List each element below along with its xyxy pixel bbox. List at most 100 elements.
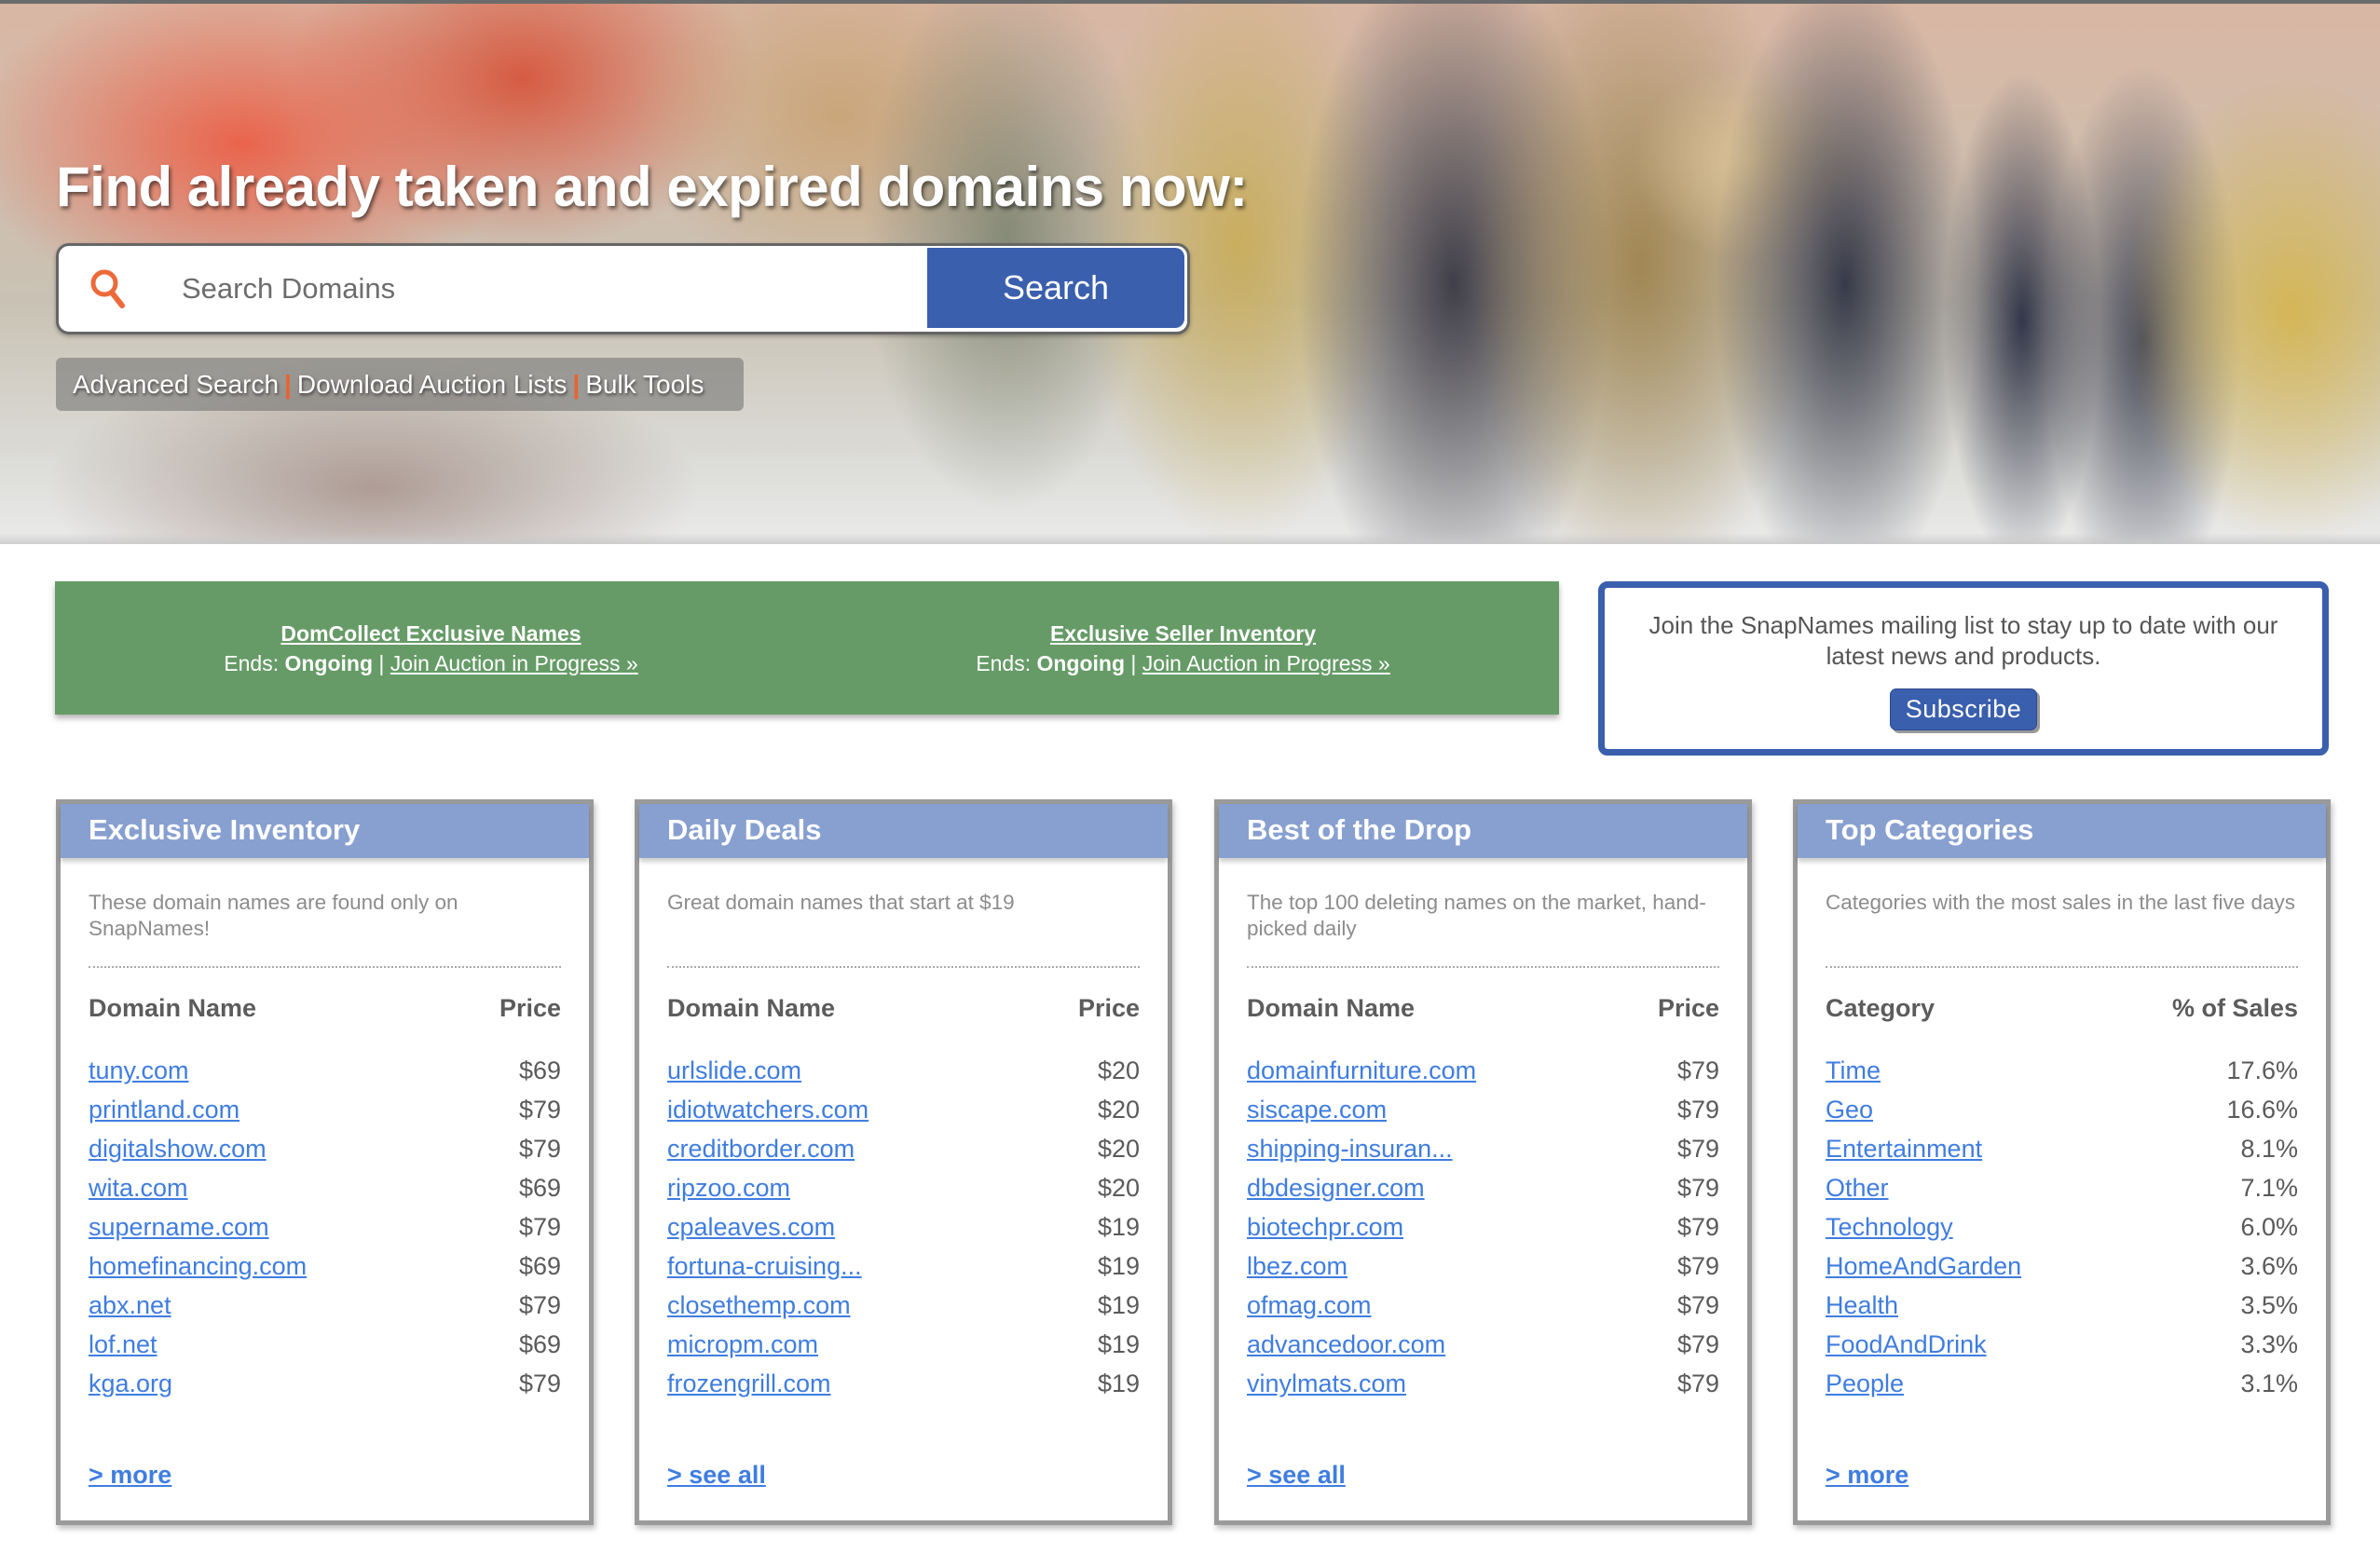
auction-banner: DomCollect Exclusive Names Ends: Ongoing… — [55, 581, 1559, 715]
row-value: $79 — [518, 1369, 561, 1397]
table-header: Domain Name Price — [1247, 994, 1719, 1023]
more-link[interactable]: > see all — [667, 1461, 766, 1490]
row-link[interactable]: Health — [1826, 1286, 1898, 1325]
row-link[interactable]: supername.com — [89, 1207, 269, 1247]
row-value: $79 — [518, 1135, 561, 1163]
row-value: $79 — [518, 1213, 561, 1241]
row-value: $79 — [1676, 1252, 1719, 1280]
row-link[interactable]: abx.net — [89, 1286, 171, 1325]
row-value: $69 — [518, 1056, 561, 1084]
row-link[interactable]: homefinancing.com — [89, 1247, 307, 1286]
row-link[interactable]: ofmag.com — [1247, 1286, 1372, 1325]
search-icon — [87, 266, 133, 313]
row-link[interactable]: FoodAndDrink — [1826, 1325, 1987, 1364]
download-auction-lists-link[interactable]: Download Auction Lists — [297, 370, 568, 400]
row-link[interactable]: shipping-insuran... — [1247, 1129, 1453, 1168]
subscribe-button[interactable]: Subscribe — [1889, 688, 2038, 730]
auction-separator: | — [1130, 650, 1137, 675]
row-value: $79 — [1676, 1213, 1719, 1241]
table-row: Health 3.5% — [1826, 1286, 2298, 1325]
table-row: Geo 16.6% — [1826, 1090, 2298, 1129]
row-link[interactable]: Other — [1826, 1168, 1889, 1207]
join-auction-link[interactable]: Join Auction in Progress » — [1142, 651, 1390, 675]
auction-ends-label: Ends: — [976, 650, 1032, 675]
link-separator: | — [572, 369, 581, 399]
row-value: $19 — [1097, 1252, 1140, 1280]
table-row: lof.net $69 — [89, 1325, 561, 1364]
card-title: Daily Deals — [639, 804, 1168, 858]
row-value: $69 — [518, 1252, 561, 1280]
table-row: Time 17.6% — [1826, 1051, 2298, 1090]
row-link[interactable]: biotechpr.com — [1247, 1207, 1403, 1247]
row-link[interactable]: micropm.com — [667, 1325, 818, 1364]
row-value: $79 — [1676, 1291, 1719, 1319]
more-link[interactable]: > see all — [1247, 1461, 1346, 1490]
row-link[interactable]: urlslide.com — [667, 1051, 801, 1090]
row-link[interactable]: siscape.com — [1247, 1090, 1387, 1129]
card-title: Best of the Drop — [1219, 804, 1747, 858]
bulk-tools-link[interactable]: Bulk Tools — [585, 370, 704, 400]
advanced-search-link[interactable]: Advanced Search — [73, 370, 279, 400]
row-link[interactable]: People — [1826, 1364, 1904, 1403]
row-link[interactable]: tuny.com — [89, 1051, 189, 1090]
join-auction-link[interactable]: Join Auction in Progress » — [390, 651, 638, 675]
row-value: 17.6% — [2226, 1056, 2298, 1084]
row-value: 3.1% — [2240, 1369, 2298, 1397]
row-value: $20 — [1097, 1096, 1140, 1124]
row-value: 3.5% — [2240, 1291, 2298, 1319]
row-link[interactable]: digitalshow.com — [89, 1129, 267, 1168]
row-link[interactable]: Technology — [1826, 1207, 1953, 1247]
table-body: Time 17.6% Geo 16.6% Entertainment 8.1% … — [1826, 1051, 2298, 1403]
row-link[interactable]: domainfurniture.com — [1247, 1051, 1476, 1090]
table-row: abx.net $79 — [89, 1286, 561, 1325]
divider — [1826, 966, 2298, 968]
table-row: digitalshow.com $79 — [89, 1129, 561, 1168]
table-row: fortuna-cruising... $19 — [667, 1247, 1140, 1286]
table-row: vinylmats.com $79 — [1247, 1364, 1719, 1403]
column-header-name: Domain Name — [89, 994, 257, 1022]
row-link[interactable]: Geo — [1826, 1090, 1873, 1129]
row-link[interactable]: cpaleaves.com — [667, 1207, 835, 1247]
row-link[interactable]: ripzoo.com — [667, 1168, 790, 1207]
search-button[interactable]: Search — [927, 248, 1184, 328]
more-link[interactable]: > more — [89, 1461, 171, 1490]
table-row: Entertainment 8.1% — [1826, 1129, 2298, 1168]
row-link[interactable]: kga.org — [89, 1364, 172, 1403]
row-link[interactable]: fortuna-cruising... — [667, 1247, 862, 1286]
auction-ends-label: Ends: — [224, 650, 280, 675]
column-header-name: Domain Name — [667, 994, 836, 1022]
row-link[interactable]: Entertainment — [1826, 1129, 1982, 1168]
row-link[interactable]: vinylmats.com — [1247, 1364, 1406, 1403]
card-best-of-the-drop: Best of the Drop The top 100 deleting nam… — [1214, 799, 1752, 1525]
row-value: $69 — [518, 1174, 561, 1202]
link-separator: | — [284, 369, 292, 399]
row-link[interactable]: creditborder.com — [667, 1129, 855, 1168]
auction-name-link[interactable]: Exclusive Seller Inventory — [1050, 621, 1316, 646]
row-link[interactable]: lof.net — [89, 1325, 157, 1364]
row-value: $79 — [518, 1291, 561, 1319]
table-row: biotechpr.com $79 — [1247, 1207, 1719, 1247]
row-link[interactable]: HomeAndGarden — [1826, 1247, 2021, 1286]
card-description: These domain names are found only on Sna… — [89, 891, 458, 940]
more-link[interactable]: > more — [1826, 1461, 1908, 1490]
divider — [1247, 966, 1719, 968]
auction-name-link[interactable]: DomCollect Exclusive Names — [280, 621, 581, 646]
row-link[interactable]: frozengrill.com — [667, 1364, 831, 1403]
search-input[interactable] — [182, 246, 927, 332]
table-row: Technology 6.0% — [1826, 1207, 2298, 1247]
row-value: $19 — [1097, 1369, 1140, 1397]
row-link[interactable]: wita.com — [89, 1168, 188, 1207]
column-header-value: Price — [1077, 994, 1140, 1022]
row-link[interactable]: idiotwatchers.com — [667, 1090, 869, 1129]
row-link[interactable]: lbez.com — [1247, 1247, 1347, 1286]
row-link[interactable]: Time — [1826, 1051, 1881, 1090]
table-row: siscape.com $79 — [1247, 1090, 1719, 1129]
row-value: $79 — [1676, 1096, 1719, 1124]
column-header-name: Category — [1826, 994, 1935, 1022]
row-link[interactable]: printland.com — [89, 1090, 239, 1129]
auction-ends-value: Ongoing — [1036, 650, 1126, 675]
row-link[interactable]: dbdesigner.com — [1247, 1168, 1425, 1207]
table-row: homefinancing.com $69 — [89, 1247, 561, 1286]
row-link[interactable]: closethemp.com — [667, 1286, 851, 1325]
row-link[interactable]: advancedoor.com — [1247, 1325, 1445, 1364]
